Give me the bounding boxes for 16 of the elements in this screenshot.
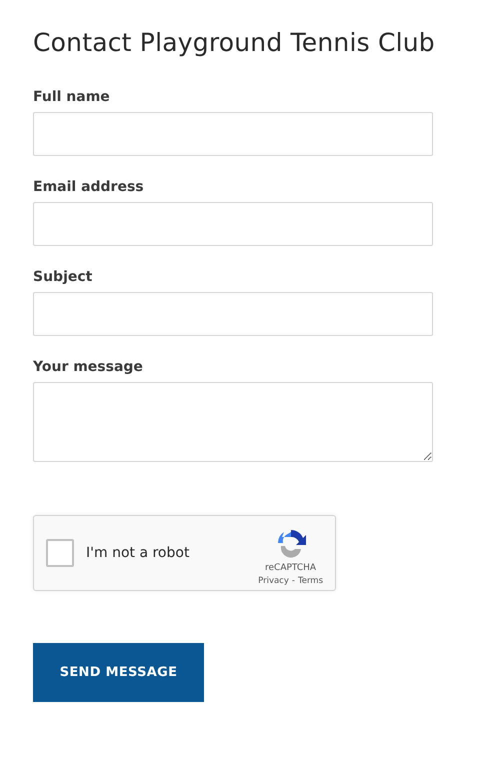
input-field[interactable] xyxy=(33,292,433,336)
message-textarea[interactable] xyxy=(33,382,433,462)
field-label: Your message xyxy=(33,358,143,376)
captcha-label: I'm not a robot xyxy=(86,544,190,562)
page-title: Contact Playground Tennis Club xyxy=(33,27,435,59)
captcha-link[interactable]: Terms xyxy=(298,575,323,587)
field-label: Email address xyxy=(33,178,144,196)
field-label: Full name xyxy=(33,88,110,106)
input-field[interactable] xyxy=(33,112,433,156)
link-separator: - xyxy=(292,575,295,587)
input-field[interactable] xyxy=(33,202,433,246)
field-label: Subject xyxy=(33,268,92,286)
captcha-brand: reCAPTCHA xyxy=(265,562,316,574)
captcha-checkbox[interactable] xyxy=(46,539,74,567)
captcha-link[interactable]: Privacy xyxy=(258,575,289,587)
send-message-button[interactable]: SEND MESSAGE xyxy=(33,643,204,702)
